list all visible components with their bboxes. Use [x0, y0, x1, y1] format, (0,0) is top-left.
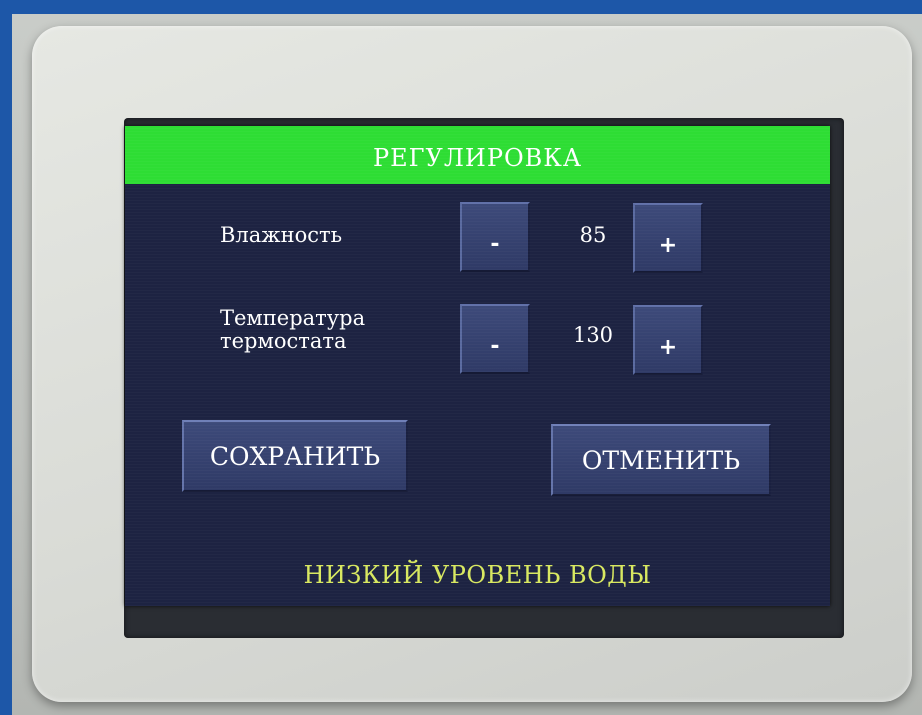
save-button-label: СОХРАНИТЬ	[209, 441, 381, 471]
save-button[interactable]: СОХРАНИТЬ	[182, 420, 408, 492]
page-title: РЕГУЛИРОВКА	[372, 144, 583, 172]
touch-screen: РЕГУЛИРОВКА Влажность - 85 + Температура…	[125, 126, 830, 606]
title-bar: РЕГУЛИРОВКА	[125, 126, 830, 184]
humidity-label: Влажность	[220, 224, 342, 247]
plus-label: +	[658, 334, 678, 360]
thermostat-temperature-label: Температура термостата	[220, 307, 365, 353]
minus-label: -	[490, 231, 500, 257]
thermostat-increase-button[interactable]: +	[633, 305, 703, 375]
cancel-button[interactable]: ОТМЕНИТЬ	[551, 424, 771, 496]
thermostat-label-line-2: термостата	[220, 329, 347, 353]
minus-label: -	[490, 333, 500, 359]
cancel-button-label: ОТМЕНИТЬ	[581, 445, 741, 475]
humidity-decrease-button[interactable]: -	[460, 202, 530, 272]
thermostat-decrease-button[interactable]: -	[460, 304, 530, 374]
humidity-label-line: Влажность	[220, 223, 343, 247]
thermostat-label-line-1: Температура	[220, 306, 366, 330]
humidity-value: 85	[579, 223, 607, 247]
thermostat-temperature-value: 130	[572, 323, 614, 347]
low-water-warning: НИЗКИЙ УРОВЕНЬ ВОДЫ	[303, 561, 652, 589]
humidity-increase-button[interactable]: +	[633, 203, 703, 273]
plus-label: +	[658, 232, 678, 258]
